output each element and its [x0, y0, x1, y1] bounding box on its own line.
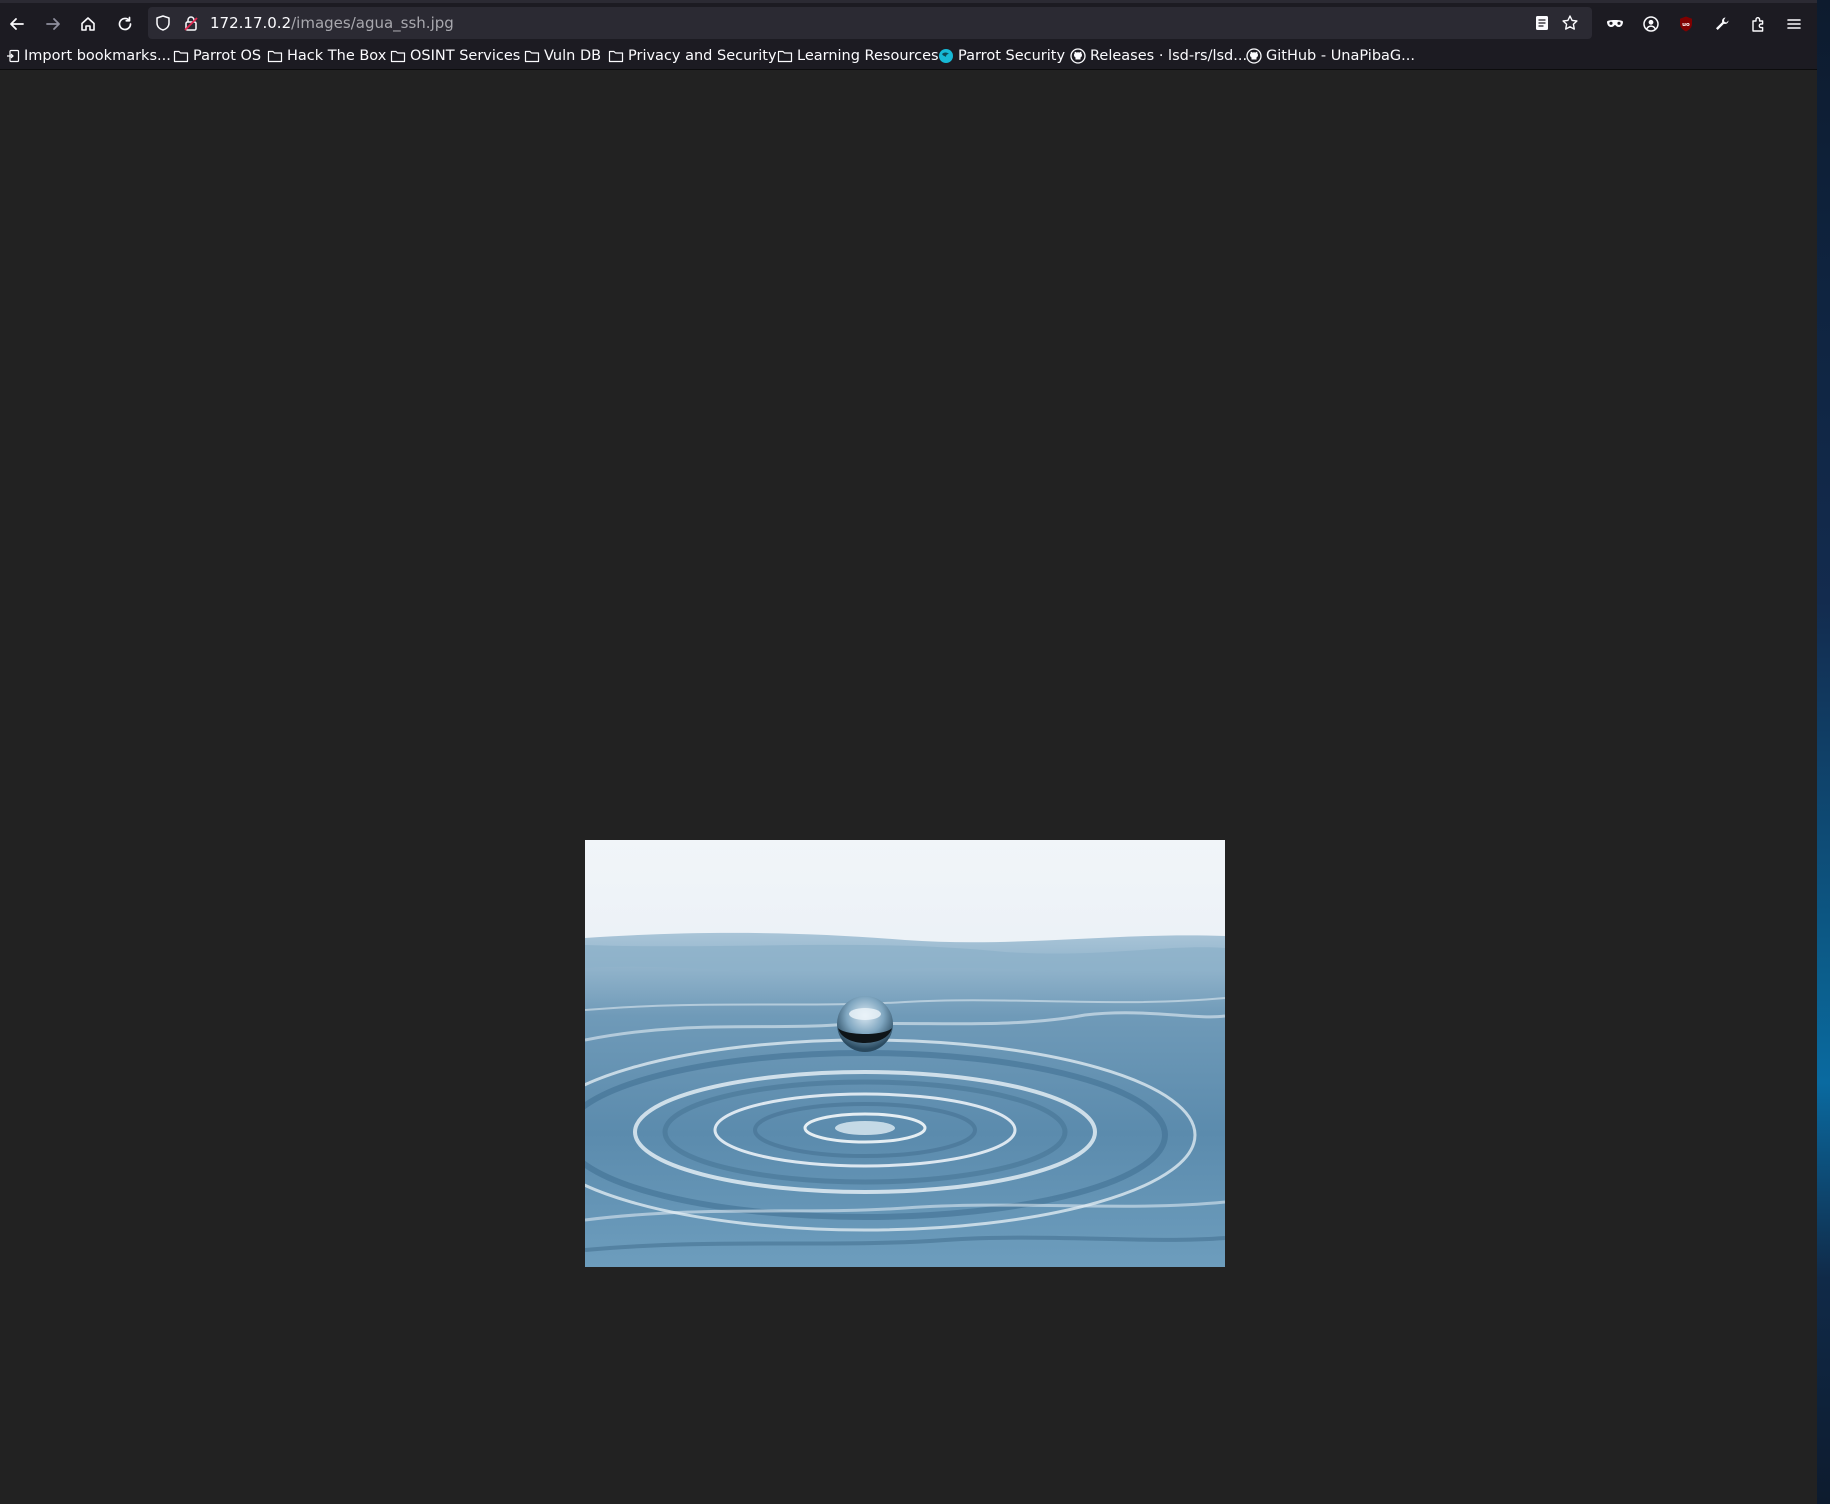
bookmarks-toolbar: Import bookmarks... Parrot OS Hack The B…: [0, 42, 1817, 70]
account-button[interactable]: [1636, 9, 1666, 39]
parrot-globe-icon: [938, 48, 954, 64]
reader-view-icon[interactable]: [1533, 14, 1551, 36]
ublock-icon: uo: [1680, 16, 1692, 32]
water-droplet-photo: [585, 840, 1225, 1267]
ublock-button[interactable]: uo: [1671, 9, 1701, 39]
back-button[interactable]: [2, 9, 32, 39]
page-content: [0, 70, 1817, 1504]
folder-icon: [390, 49, 406, 63]
bookmark-folder-hack-the-box[interactable]: Hack The Box: [267, 42, 386, 70]
url-path: /images/agua_ssh.jpg: [291, 14, 454, 32]
folder-icon: [777, 49, 793, 63]
bookmark-label: Vuln DB: [544, 48, 602, 64]
folder-icon: [524, 49, 540, 63]
forward-arrow-icon: [46, 18, 60, 30]
svg-text:uo: uo: [1682, 22, 1690, 28]
menu-icon: [1787, 19, 1801, 29]
home-button[interactable]: [73, 9, 103, 39]
browser-window: 172.17.0.2/images/agua_ssh.jpg uo Import…: [0, 0, 1817, 1504]
url-bar[interactable]: 172.17.0.2/images/agua_ssh.jpg: [148, 7, 1592, 39]
bookmark-label: GitHub - UnaPibaG...: [1266, 48, 1415, 64]
bookmark-folder-learning-resources[interactable]: Learning Resources: [777, 42, 939, 70]
bookmark-label: Privacy and Security: [628, 48, 777, 64]
devtools-wrench-icon: [1716, 17, 1729, 30]
private-mask-icon: [1607, 20, 1623, 27]
folder-icon: [173, 49, 189, 63]
bookmark-releases-lsd[interactable]: Releases · lsd-rs/lsd...: [1070, 42, 1247, 70]
navigation-toolbar: 172.17.0.2/images/agua_ssh.jpg uo: [0, 0, 1817, 42]
bookmark-star-icon[interactable]: [1561, 14, 1579, 36]
folder-icon: [608, 49, 624, 63]
import-icon: [6, 49, 20, 63]
reload-button[interactable]: [110, 9, 140, 39]
github-icon: [1246, 48, 1262, 64]
bookmark-folder-parrot-os[interactable]: Parrot OS: [173, 42, 261, 70]
reload-icon: [118, 16, 132, 31]
forward-button[interactable]: [38, 9, 68, 39]
bookmark-folder-osint-services[interactable]: OSINT Services: [390, 42, 520, 70]
bookmark-label: Learning Resources: [797, 48, 939, 64]
account-icon: [1643, 16, 1659, 32]
water-droplet-image[interactable]: [585, 840, 1225, 1267]
url-host: 172.17.0.2: [210, 14, 292, 32]
extensions-button[interactable]: [1743, 9, 1773, 39]
devtools-button[interactable]: [1707, 9, 1737, 39]
folder-icon: [267, 49, 283, 63]
bookmark-label: Releases · lsd-rs/lsd...: [1090, 48, 1248, 64]
github-icon: [1070, 48, 1086, 64]
url-text[interactable]: 172.17.0.2/images/agua_ssh.jpg: [210, 7, 454, 39]
private-browsing-button[interactable]: [1600, 9, 1630, 39]
home-icon: [81, 17, 95, 31]
app-menu-button[interactable]: [1779, 9, 1809, 39]
shield-icon[interactable]: [154, 14, 172, 36]
bookmark-import[interactable]: Import bookmarks...: [6, 42, 171, 70]
bookmark-parrot-security[interactable]: Parrot Security: [938, 42, 1065, 70]
back-arrow-icon: [10, 18, 24, 30]
extensions-icon: [1752, 17, 1764, 32]
bookmark-label: Import bookmarks...: [24, 48, 171, 64]
bookmark-label: Parrot OS: [193, 48, 262, 64]
bookmark-label: Parrot Security: [958, 48, 1066, 64]
bookmark-folder-privacy-security[interactable]: Privacy and Security: [608, 42, 777, 70]
desktop-background-strip: [1817, 0, 1830, 1504]
bookmark-label: OSINT Services: [410, 48, 521, 64]
bookmark-folder-vuln-db[interactable]: Vuln DB: [524, 42, 601, 70]
bookmark-label: Hack The Box: [287, 48, 387, 64]
lock-warning-icon[interactable]: [182, 14, 200, 36]
bookmark-github-unapibag[interactable]: GitHub - UnaPibaG...: [1246, 42, 1415, 70]
